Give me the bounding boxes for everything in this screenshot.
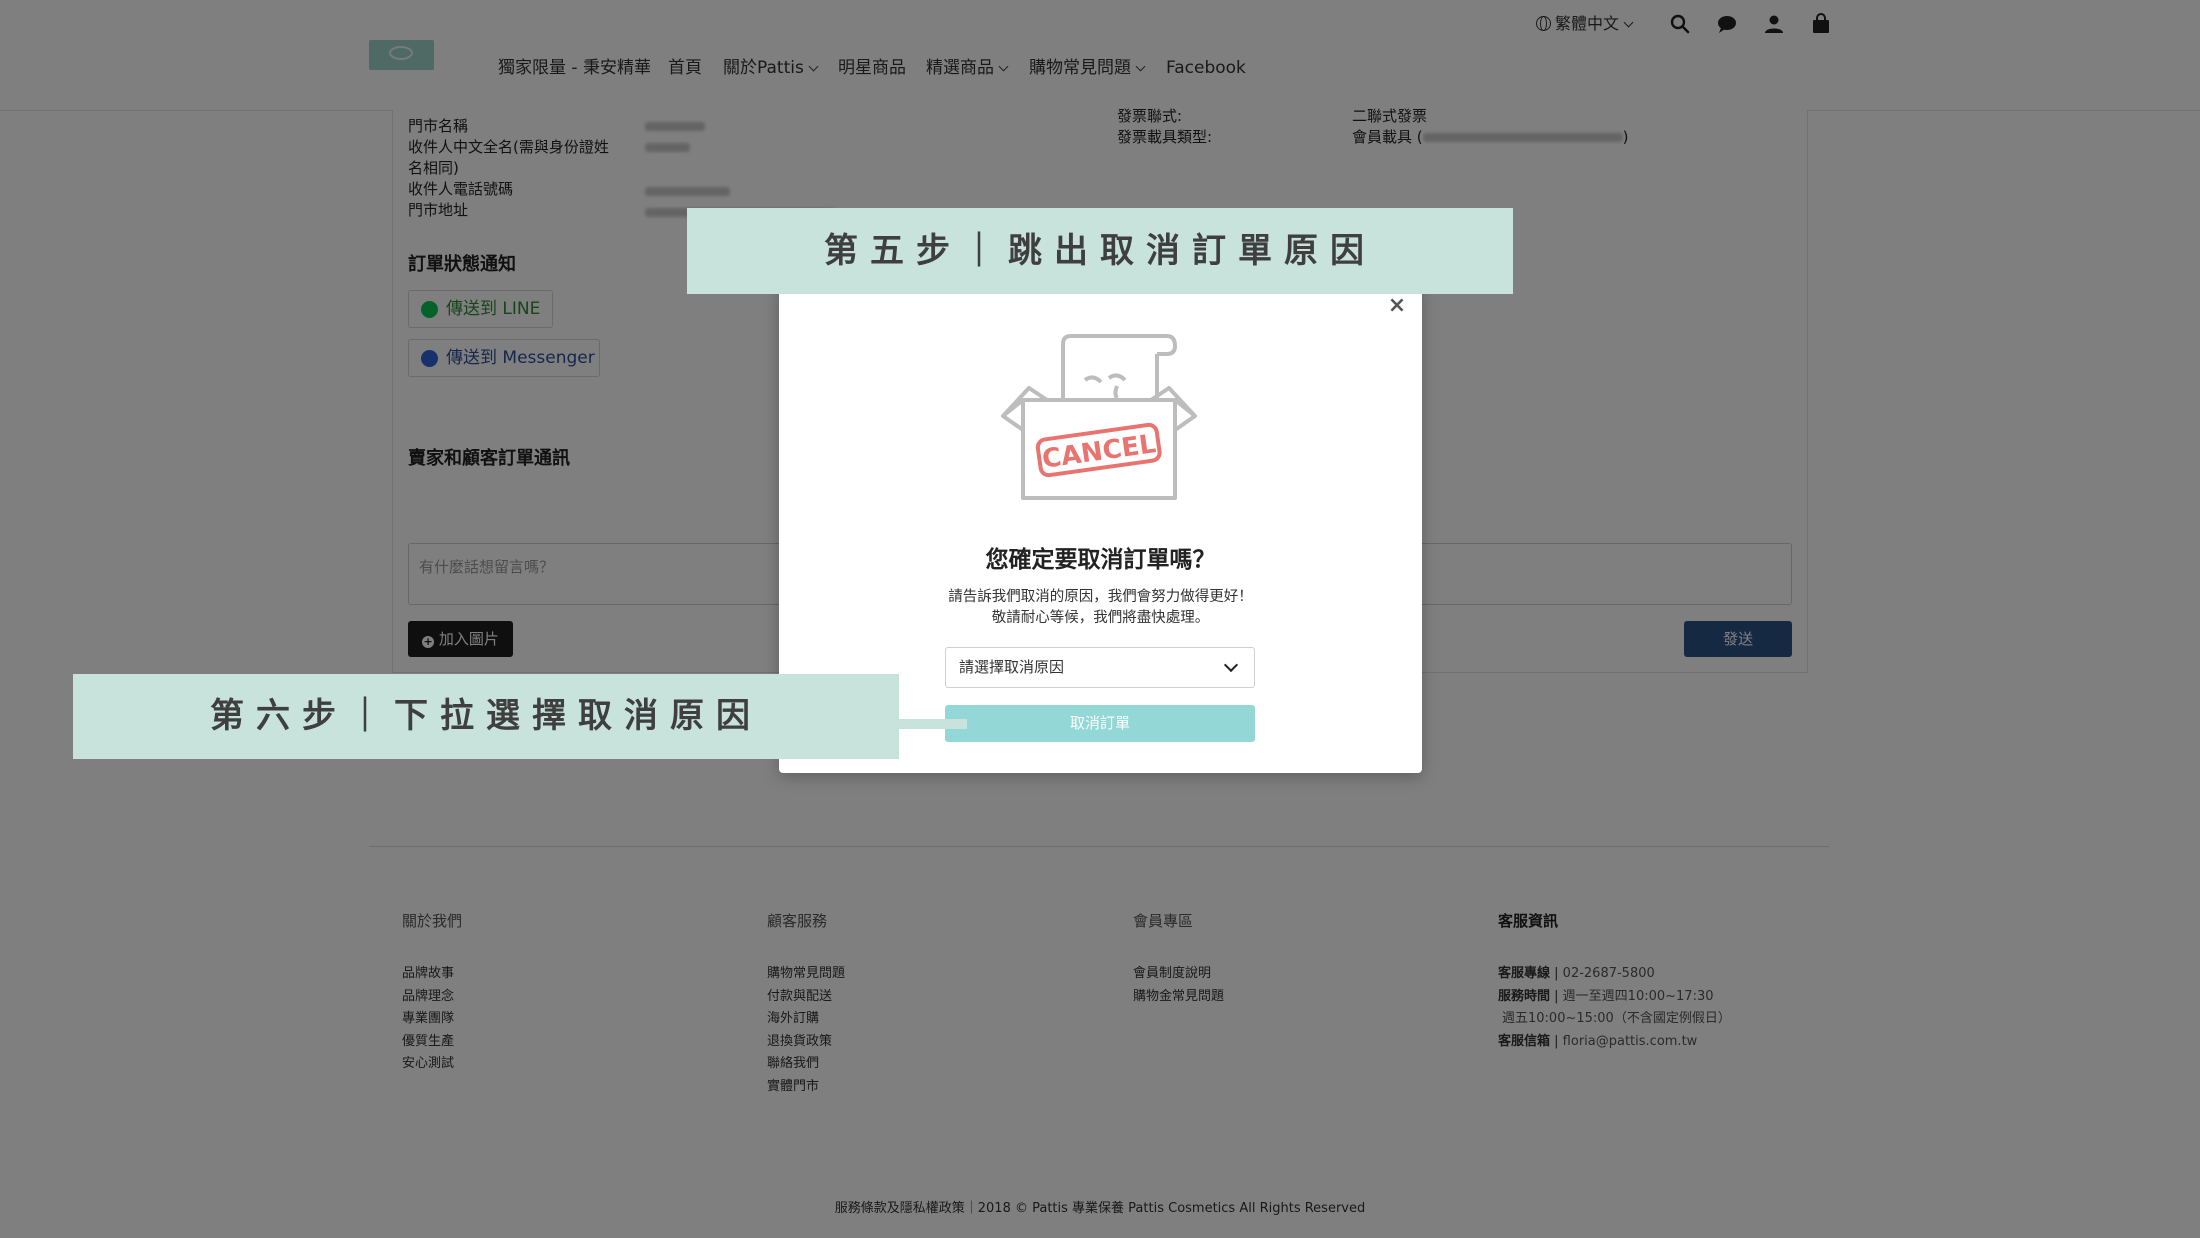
chevron-down-icon	[1223, 657, 1239, 673]
cancel-reason-select[interactable]: 請選擇取消原因	[945, 647, 1255, 688]
cancel-box-illustration: CANCEL	[1001, 334, 1197, 500]
step5-banner: 第五步｜跳出取消訂單原因	[687, 208, 1513, 294]
step6-banner: 第六步｜下拉選擇取消原因	[73, 674, 899, 759]
cancel-order-button[interactable]: 取消訂單	[945, 705, 1255, 742]
modal-description-line2: 敬請耐心等候，我們將盡快處理。	[991, 610, 1210, 626]
modal-title: 您確定要取消訂單嗎？	[985, 547, 1216, 573]
step6-connector	[899, 719, 967, 729]
cancel-reason-placeholder: 請選擇取消原因	[959, 658, 1065, 676]
close-icon[interactable]: ×	[1384, 293, 1410, 319]
modal-description-line1: 請告訴我們取消的原因，我們會努力做得更好！	[948, 589, 1253, 605]
